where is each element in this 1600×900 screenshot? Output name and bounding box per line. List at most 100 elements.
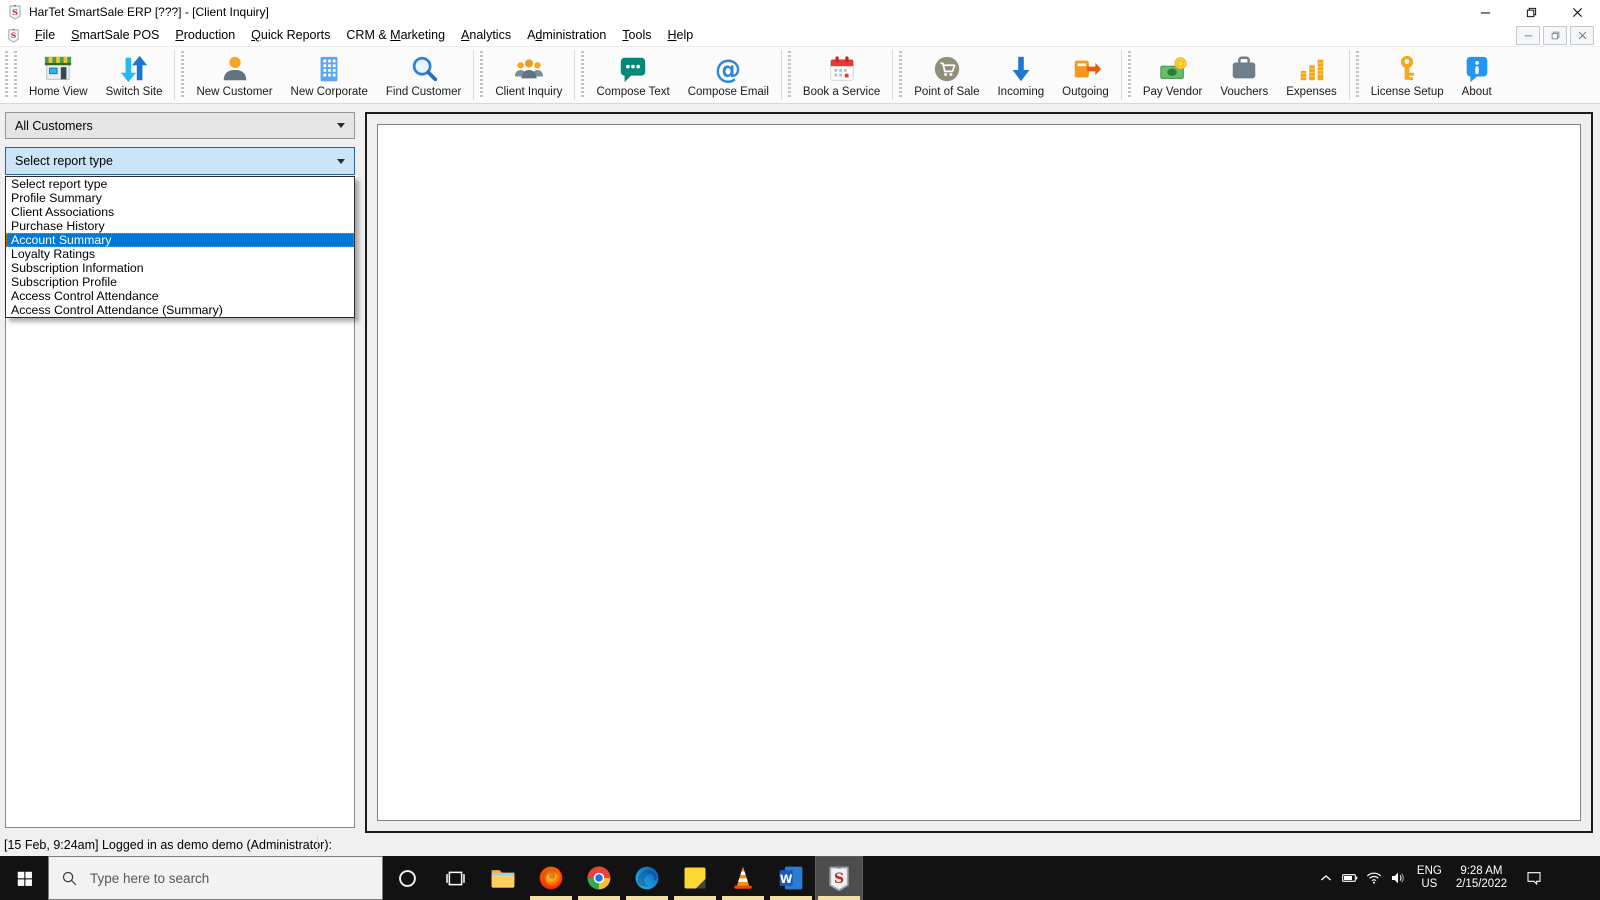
building-icon — [314, 54, 344, 84]
taskbar-file-explorer-button[interactable] — [479, 856, 527, 900]
taskbar-chrome-button[interactable] — [575, 856, 623, 900]
toolbar-button-label: Point of Sale — [914, 85, 980, 98]
report-option-subscription-information[interactable]: Subscription Information — [6, 261, 354, 275]
cortana-button[interactable] — [383, 856, 431, 900]
taskbar-smartsale-button[interactable]: S — [815, 856, 863, 900]
compose-email-button[interactable]: @ Compose Email — [679, 47, 778, 103]
store-icon — [43, 54, 73, 84]
svg-text:W: W — [780, 872, 793, 886]
taskbar-firefox-button[interactable] — [527, 856, 575, 900]
language-code: ENG — [1416, 865, 1442, 877]
wifi-icon — [1366, 870, 1382, 886]
pay-vendor-button[interactable]: Pay Vendor — [1134, 47, 1211, 103]
start-button[interactable] — [0, 856, 48, 900]
switch-site-button[interactable]: Switch Site — [97, 47, 172, 103]
sticky-notes-icon — [681, 864, 709, 892]
report-option-subscription-profile[interactable]: Subscription Profile — [6, 275, 354, 289]
toolbar-button-label: Pay Vendor — [1142, 85, 1203, 98]
taskbar: W S ENG US 9:28 AM 2/15/2022 — [0, 856, 1600, 900]
minimize-button[interactable] — [1462, 0, 1508, 24]
coin-stacks-icon — [1297, 54, 1327, 84]
chat-bubble-icon — [618, 54, 648, 84]
chrome-icon — [585, 864, 613, 892]
clock-time: 9:28 AM — [1460, 865, 1503, 877]
mdi-minimize-button[interactable] — [1516, 25, 1540, 45]
arrow-down-icon — [1006, 54, 1036, 84]
license-setup-button[interactable]: License Setup — [1362, 47, 1453, 103]
task-view-button[interactable] — [431, 856, 479, 900]
action-center-icon — [1522, 870, 1546, 886]
main-panel — [365, 112, 1593, 833]
outgoing-button[interactable]: Outgoing — [1053, 47, 1118, 103]
taskbar-vlc-button[interactable] — [719, 856, 767, 900]
vouchers-button[interactable]: Vouchers — [1211, 47, 1277, 103]
menu-item-help[interactable]: Help — [659, 24, 701, 46]
taskbar-sticky-notes-button[interactable] — [671, 856, 719, 900]
report-type-value: Select report type — [15, 154, 113, 168]
wifi-button[interactable] — [1362, 856, 1386, 900]
incoming-button[interactable]: Incoming — [988, 47, 1053, 103]
compose-text-button[interactable]: Compose Text — [587, 47, 678, 103]
report-type-combobox[interactable]: Select report type — [5, 147, 355, 175]
report-option-purchase-history[interactable]: Purchase History — [6, 219, 354, 233]
menu-items: File SmartSale POS Production Quick Reports… — [27, 24, 701, 46]
mdi-close-button[interactable] — [1570, 25, 1594, 45]
restore-button[interactable] — [1508, 0, 1554, 24]
report-viewer — [377, 124, 1581, 821]
expenses-button[interactable]: Expenses — [1277, 47, 1346, 103]
chevron-down-icon — [337, 158, 345, 164]
client-inquiry-button[interactable]: Client Inquiry — [486, 47, 571, 103]
toolbar-separator — [473, 50, 475, 100]
clock[interactable]: 9:28 AM 2/15/2022 — [1449, 856, 1514, 900]
about-button[interactable]: About — [1453, 47, 1501, 103]
report-option-client-associations[interactable]: Client Associations — [6, 205, 354, 219]
volume-button[interactable] — [1386, 856, 1410, 900]
close-button[interactable] — [1554, 0, 1600, 24]
menu-item-administration[interactable]: Administration — [519, 24, 614, 46]
at-icon: @ — [713, 54, 743, 84]
tray-chevron-button[interactable] — [1314, 856, 1338, 900]
report-option-access-control-attendance[interactable]: Access Control Attendance — [6, 289, 354, 303]
menu-item-crm-marketing[interactable]: CRM & Marketing — [338, 24, 453, 46]
svg-text:S: S — [11, 31, 16, 40]
new-corporate-button[interactable]: New Corporate — [282, 47, 377, 103]
smartsale-logo-icon: S — [7, 4, 23, 20]
new-customer-button[interactable]: New Customer — [187, 47, 281, 103]
menu-item-production[interactable]: Production — [167, 24, 243, 46]
toolbar-button-label: Find Customer — [385, 85, 462, 98]
switch-arrows-icon — [119, 54, 149, 84]
menu-item-analytics[interactable]: Analytics — [453, 24, 519, 46]
action-center-button[interactable] — [1514, 856, 1554, 900]
search-input[interactable] — [88, 869, 342, 887]
home-view-button[interactable]: Home View — [20, 47, 97, 103]
report-option-select-report-type[interactable]: Select report type — [6, 177, 354, 191]
report-option-profile-summary[interactable]: Profile Summary — [6, 191, 354, 205]
menu-item-tools[interactable]: Tools — [614, 24, 659, 46]
toolbar-button-label: License Setup — [1370, 85, 1444, 98]
menu-item-quick-reports[interactable]: Quick Reports — [243, 24, 338, 46]
toolbar-grip — [14, 51, 17, 99]
taskbar-edge-button[interactable] — [623, 856, 671, 900]
taskbar-word-button[interactable]: W — [767, 856, 815, 900]
menu-item-smartsale-pos[interactable]: SmartSale POS — [63, 24, 167, 46]
book-a-service-button[interactable]: Book a Service — [794, 47, 889, 103]
toolbar-grip — [480, 51, 484, 99]
mdi-restore-button[interactable] — [1543, 25, 1567, 45]
menu-item-file[interactable]: File — [27, 24, 63, 46]
chevron-down-icon — [337, 123, 345, 128]
taskbar-search[interactable] — [48, 856, 383, 900]
customer-filter-combobox[interactable]: All Customers — [5, 112, 355, 139]
toolbar-button-label: Home View — [29, 85, 88, 98]
report-option-access-control-attendance-summary[interactable]: Access Control Attendance (Summary) — [6, 303, 354, 317]
toolbar-grip — [581, 51, 585, 99]
speaker-icon — [1390, 870, 1406, 886]
find-customer-button[interactable]: Find Customer — [377, 47, 470, 103]
point-of-sale-button[interactable]: Point of Sale — [905, 47, 988, 103]
report-option-account-summary[interactable]: Account Summary — [6, 233, 354, 247]
battery-button[interactable] — [1338, 856, 1362, 900]
status-text: [15 Feb, 9:24am] Logged in as demo demo … — [4, 837, 332, 852]
language-indicator[interactable]: ENG US — [1410, 856, 1449, 900]
report-option-loyalty-ratings[interactable]: Loyalty Ratings — [6, 247, 354, 261]
cart-icon — [932, 54, 962, 84]
report-type-dropdown: Select report type Profile Summary Client … — [5, 176, 355, 318]
